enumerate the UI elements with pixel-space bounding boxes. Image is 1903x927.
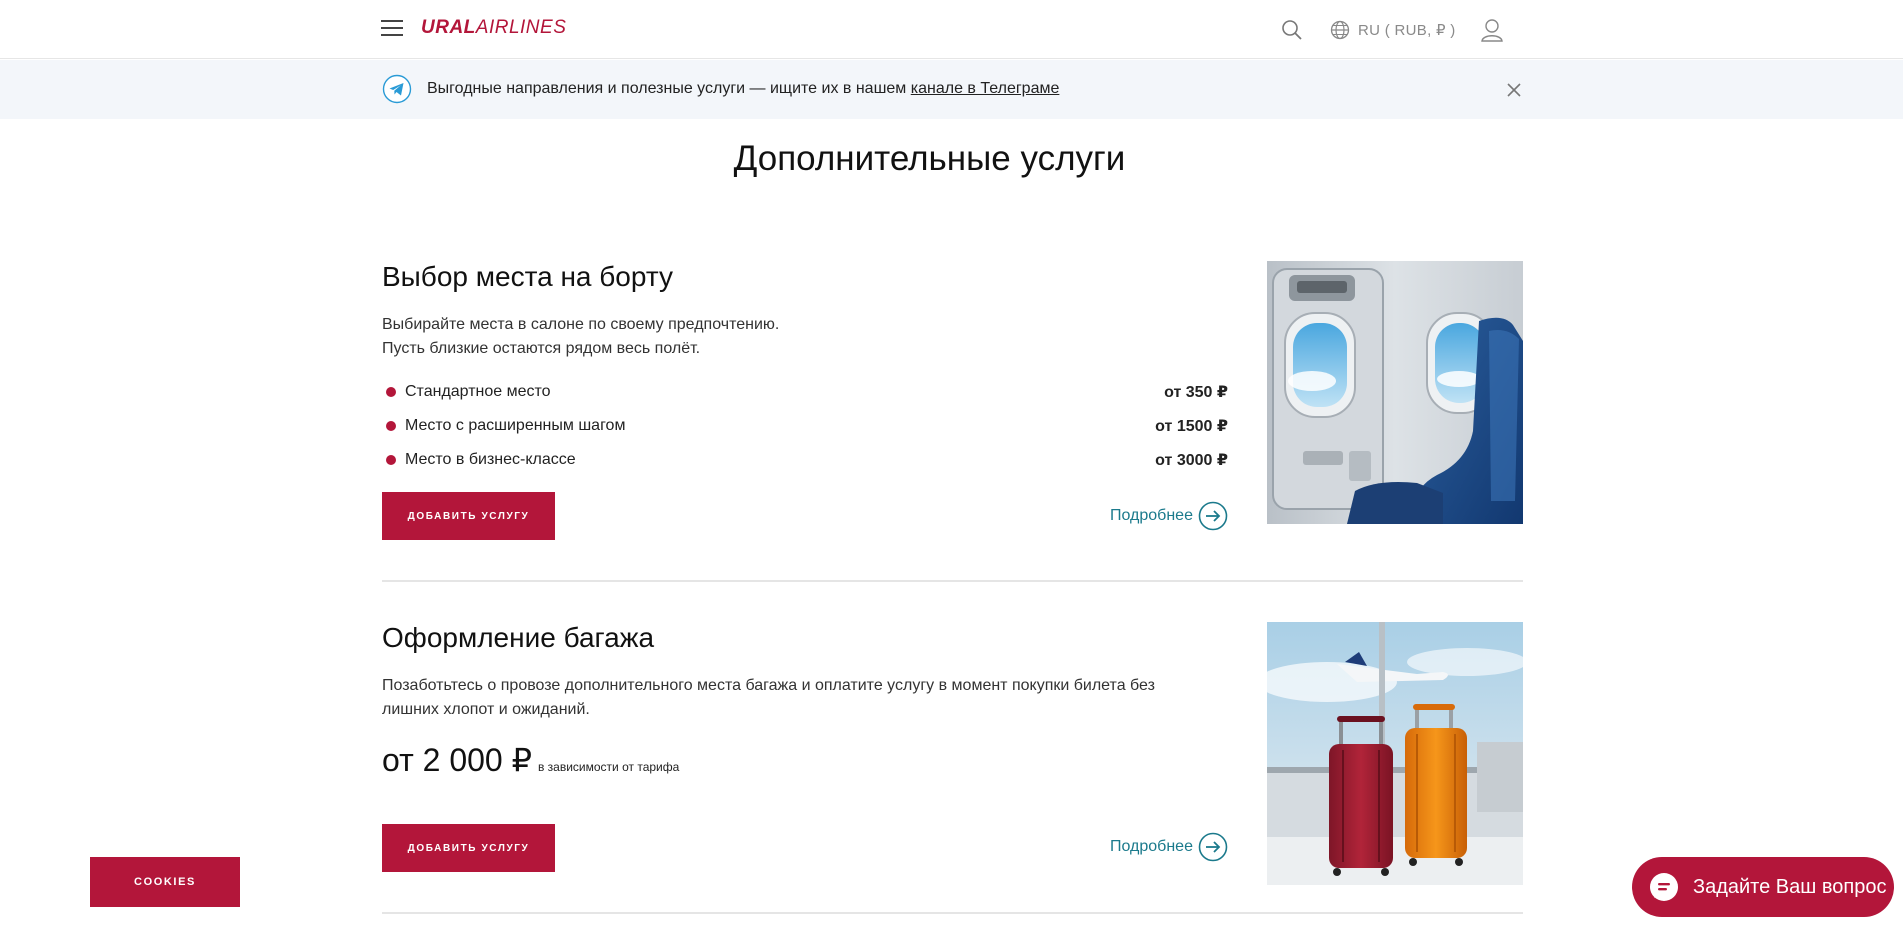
chat-icon [1650,873,1678,901]
list-item: Стандартное место от 350 ₽ [382,375,1228,409]
section-title: Выбор места на борту [382,261,673,292]
page-title: Дополнительные услуги [733,139,1126,178]
telegram-channel-link[interactable]: канале в Телеграме [911,80,1060,97]
section-description: Выбирайте места в салоне по своему предп… [382,316,780,333]
banner-text: Выгодные направления и полезные услуги —… [427,80,1060,97]
more-link[interactable]: Подробнее [1110,832,1228,862]
aircraft-cabin-image [1267,261,1523,524]
seat-selection-section: Выбор места на борту Выбирайте места в с… [382,261,1523,561]
section-description: Пусть близкие остаются рядом весь полёт. [382,340,701,357]
baggage-image [1267,622,1523,885]
section-divider [382,912,1523,914]
baggage-price: от 2 000 ₽ в зависимости от тарифа [382,741,679,779]
bullet-icon [386,387,396,397]
language-currency-selector[interactable]: RU ( RUB, ₽ ) [1330,19,1456,41]
cookies-button[interactable]: COOKIES [90,857,240,907]
site-header: URALAIRLINES RU ( RUB, ₽ ) [0,0,1903,59]
chat-label: Задайте Ваш вопрос [1693,875,1887,898]
bullet-icon [386,421,396,431]
hamburger-icon[interactable] [381,20,403,38]
price-note: в зависимости от тарифа [537,760,680,774]
language-label: RU ( RUB, ₽ ) [1358,22,1456,39]
globe-icon [1330,20,1350,40]
list-item: Место с расширенным шагом от 1500 ₽ [382,409,1228,443]
arrow-right-icon [1198,501,1228,531]
list-item: Место в бизнес-классе от 3000 ₽ [382,443,1228,477]
section-divider [382,580,1523,582]
telegram-icon [382,74,412,104]
search-icon[interactable] [1281,19,1303,41]
telegram-banner: Выгодные направления и полезные услуги —… [0,60,1903,119]
section-title: Оформление багажа [382,622,655,653]
ural-airlines-logo[interactable]: URALAIRLINES [421,17,566,39]
user-icon[interactable] [1481,18,1503,42]
add-service-button[interactable]: ДОБАВИТЬ УСЛУГУ [382,492,555,540]
seat-price-list: Стандартное место от 350 ₽ Место с расшир… [382,375,1228,477]
baggage-section: Оформление багажа Позаботьтесь о провозе… [382,622,1523,887]
chat-button[interactable]: Задайте Ваш вопрос [1632,857,1894,917]
section-description: Позаботьтесь о провозе дополнительного м… [382,677,1155,694]
close-icon[interactable] [1506,82,1522,98]
more-link[interactable]: Подробнее [1110,501,1228,531]
arrow-right-icon [1198,832,1228,862]
bullet-icon [386,455,396,465]
price-value: от 2 000 ₽ [382,742,532,778]
section-description: лишних хлопот и ожиданий. [382,701,590,718]
add-service-button[interactable]: ДОБАВИТЬ УСЛУГУ [382,824,555,872]
